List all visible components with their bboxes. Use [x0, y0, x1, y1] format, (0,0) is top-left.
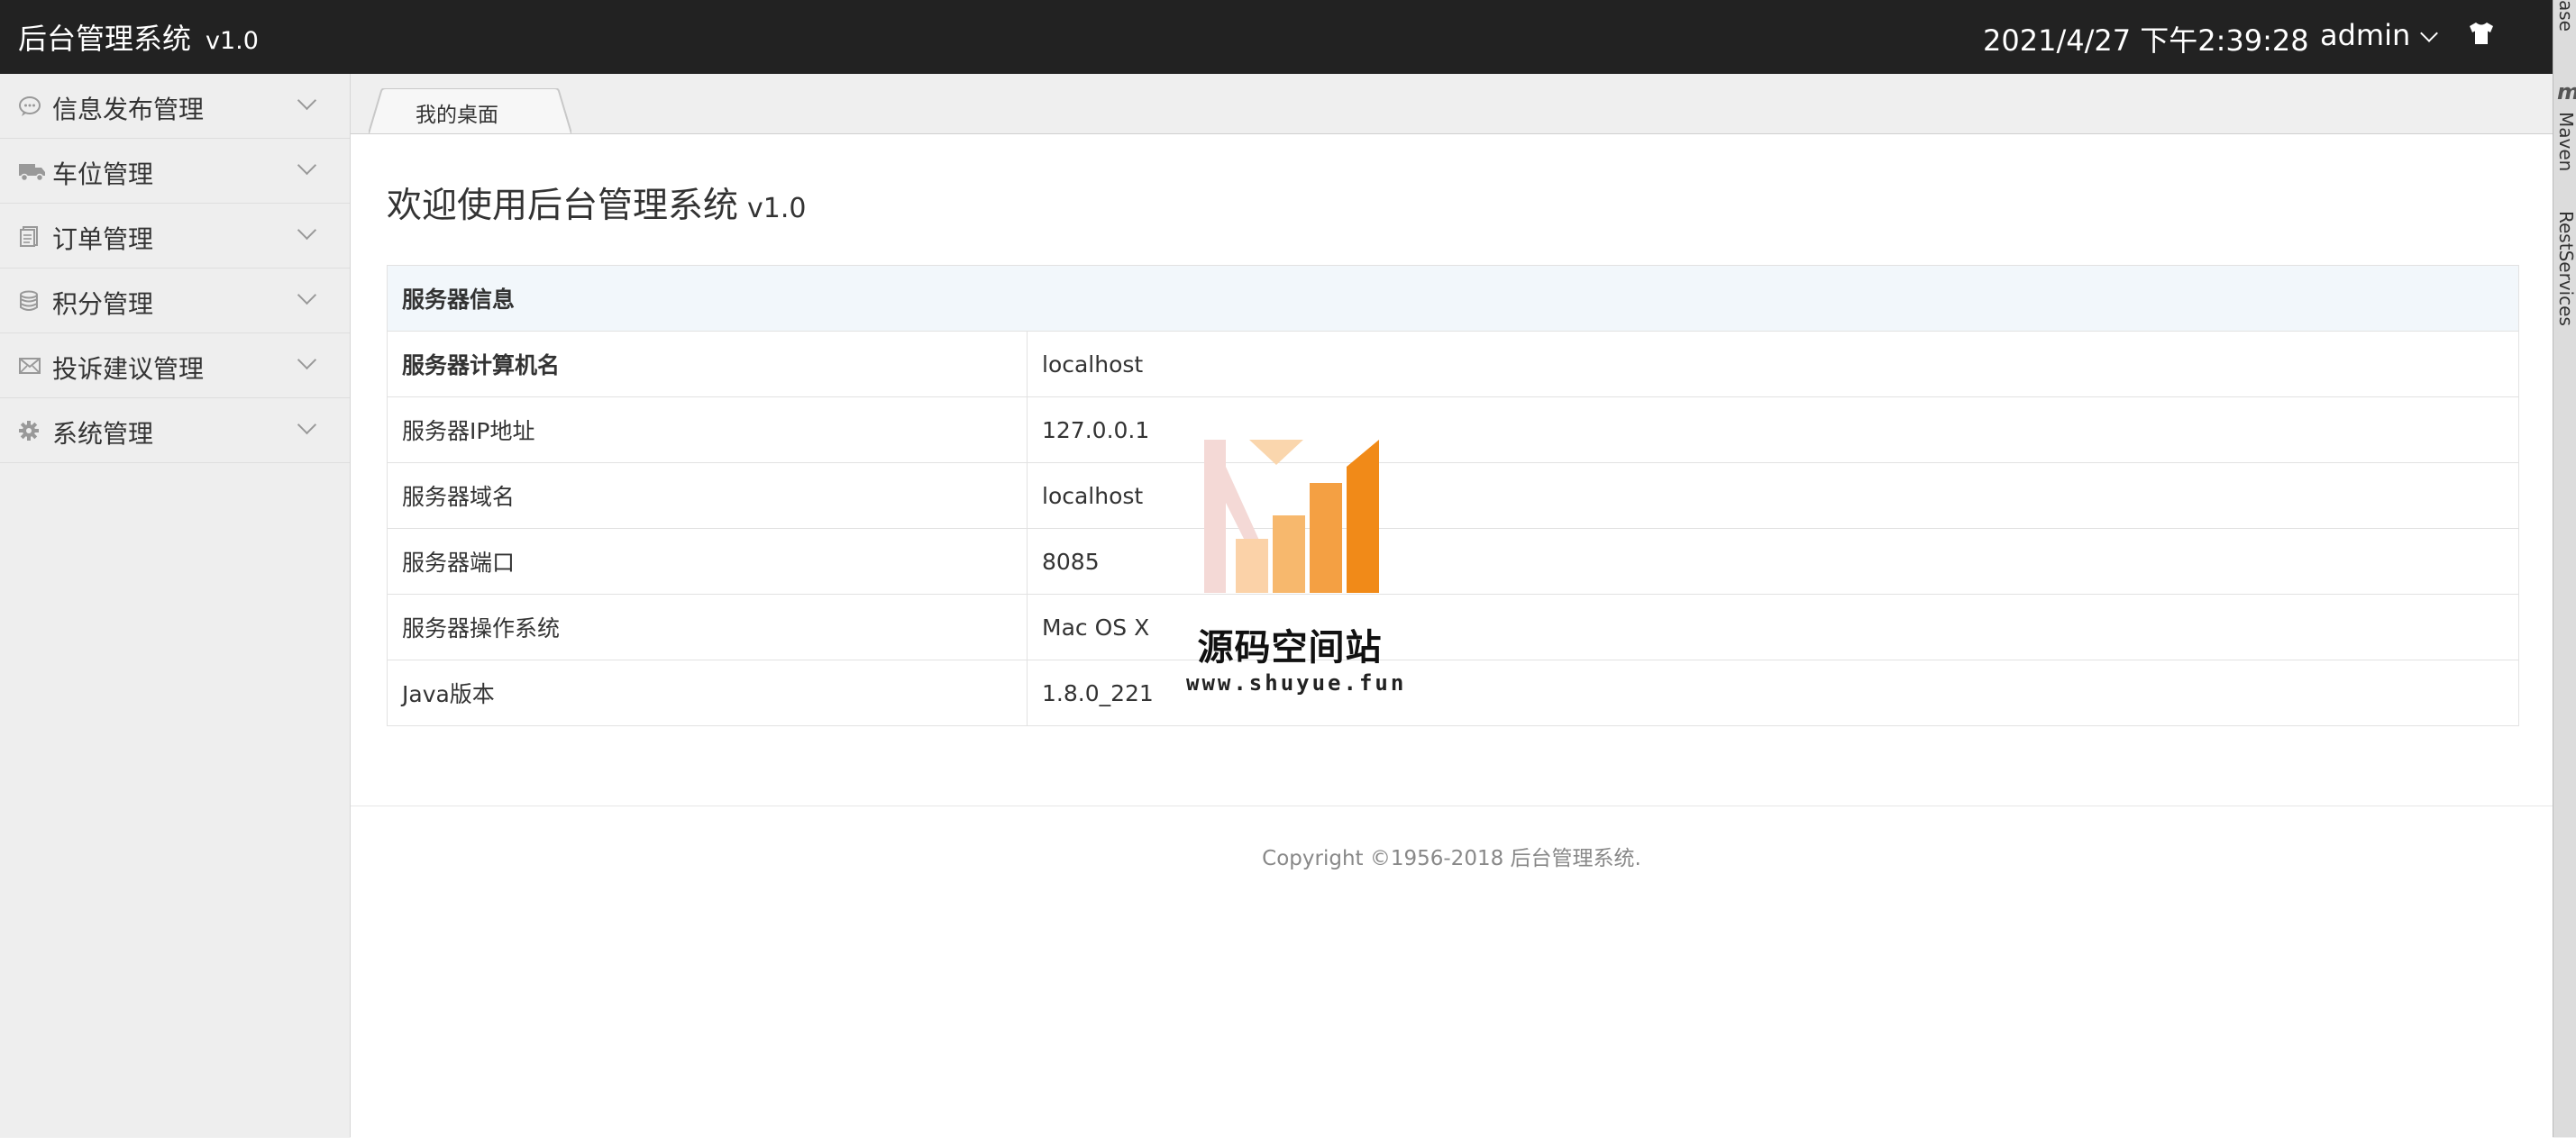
table-value-cell: localhost: [1027, 462, 2519, 529]
document-icon: [18, 225, 43, 247]
table-row: 服务器域名 localhost: [387, 462, 2519, 529]
top-header: 后台管理系统 v1.0 2021/4/27 下午2:39:28 admin: [0, 0, 2553, 74]
truck-icon: [18, 160, 45, 182]
sidebar-item-label: 订单管理: [52, 224, 154, 254]
chevron-down-icon: [2420, 24, 2439, 42]
welcome-heading: 欢迎使用后台管理系统 v1.0: [387, 178, 806, 228]
table-row: 服务器操作系统 Mac OS X: [387, 594, 2519, 660]
user-menu[interactable]: admin: [2320, 18, 2439, 52]
ide-restservices-tab[interactable]: RestServices: [2555, 211, 2576, 326]
table-key-cell: 服务器域名: [387, 462, 1028, 529]
ide-tool-strip: ase m Maven RestServices: [2553, 0, 2576, 1137]
chevron-down-icon: [297, 220, 317, 241]
table-value-cell: localhost: [1027, 331, 2519, 397]
main-content: 欢迎使用后台管理系统 v1.0 服务器信息 服务器计算机名 localhost 服…: [351, 133, 2553, 1138]
sidebar-item-system[interactable]: 系统管理: [0, 398, 350, 463]
table-value-cell: 127.0.0.1: [1027, 396, 2519, 463]
sidebar-item-complaints[interactable]: 投诉建议管理: [0, 333, 350, 398]
welcome-version: v1.0: [747, 193, 807, 224]
message-icon: [18, 96, 43, 117]
chevron-down-icon: [297, 90, 317, 111]
maven-icon: m: [2557, 79, 2576, 105]
table-row: 服务器IP地址 127.0.0.1: [387, 396, 2519, 463]
sidebar-item-label: 积分管理: [52, 289, 154, 319]
sidebar-item-parking[interactable]: 车位管理: [0, 139, 350, 204]
table-row: 服务器端口 8085: [387, 528, 2519, 595]
server-info-table: 服务器信息 服务器计算机名 localhost 服务器IP地址 127.0.0.…: [387, 265, 2519, 726]
mail-icon: [18, 355, 43, 377]
table-key-cell: 服务器端口: [387, 528, 1028, 595]
sidebar-item-info-publish[interactable]: 信息发布管理: [0, 74, 350, 139]
chevron-down-icon: [297, 350, 317, 370]
sidebar-item-label: 投诉建议管理: [52, 354, 205, 384]
table-key-cell: 服务器IP地址: [387, 396, 1028, 463]
chevron-down-icon: [297, 155, 317, 176]
table-key-cell: Java版本: [387, 660, 1028, 726]
table-value-cell: 8085: [1027, 528, 2519, 595]
table-header-cell: 服务器信息: [387, 265, 2519, 332]
sidebar-item-points[interactable]: 积分管理: [0, 269, 350, 333]
table-key-cell: 服务器操作系统: [387, 594, 1028, 660]
ide-database-tab[interactable]: ase: [2555, 0, 2576, 32]
sidebar-item-label: 系统管理: [52, 419, 154, 449]
table-row: Java版本 1.8.0_221: [387, 660, 2519, 726]
sidebar-item-label: 信息发布管理: [52, 95, 205, 124]
tab-my-desktop[interactable]: 我的桌面: [369, 88, 571, 133]
tshirt-icon[interactable]: [2466, 18, 2497, 52]
welcome-title: 欢迎使用后台管理系统: [387, 186, 739, 226]
username: admin: [2320, 18, 2411, 52]
app-brand[interactable]: 后台管理系统 v1.0: [18, 16, 259, 58]
app-version: v1.0: [206, 27, 259, 55]
ide-maven-tab[interactable]: Maven: [2555, 112, 2576, 171]
gear-icon: [18, 420, 43, 442]
app-title: 后台管理系统: [18, 22, 192, 56]
chevron-down-icon: [297, 414, 317, 435]
tab-bar: 我的桌面: [351, 74, 2553, 133]
copyright-text: Copyright ©1956-2018 后台管理系统.: [1262, 847, 1641, 870]
sidebar-item-label: 车位管理: [52, 159, 154, 189]
datetime-display: 2021/4/27 下午2:39:28: [1983, 23, 2309, 58]
table-header-row: 服务器信息: [387, 265, 2519, 332]
sidebar: 信息发布管理 车位管理 订单管理 积分管理 投诉建议管理 系统管理: [0, 74, 351, 1137]
tab-label: 我的桌面: [416, 104, 498, 127]
table-key-cell: 服务器计算机名: [387, 331, 1028, 397]
database-icon: [18, 290, 43, 312]
table-row: 服务器计算机名 localhost: [387, 331, 2519, 397]
table-value-cell: Mac OS X: [1027, 594, 2519, 660]
chevron-down-icon: [297, 285, 317, 305]
sidebar-item-orders[interactable]: 订单管理: [0, 204, 350, 269]
table-value-cell: 1.8.0_221: [1027, 660, 2519, 726]
